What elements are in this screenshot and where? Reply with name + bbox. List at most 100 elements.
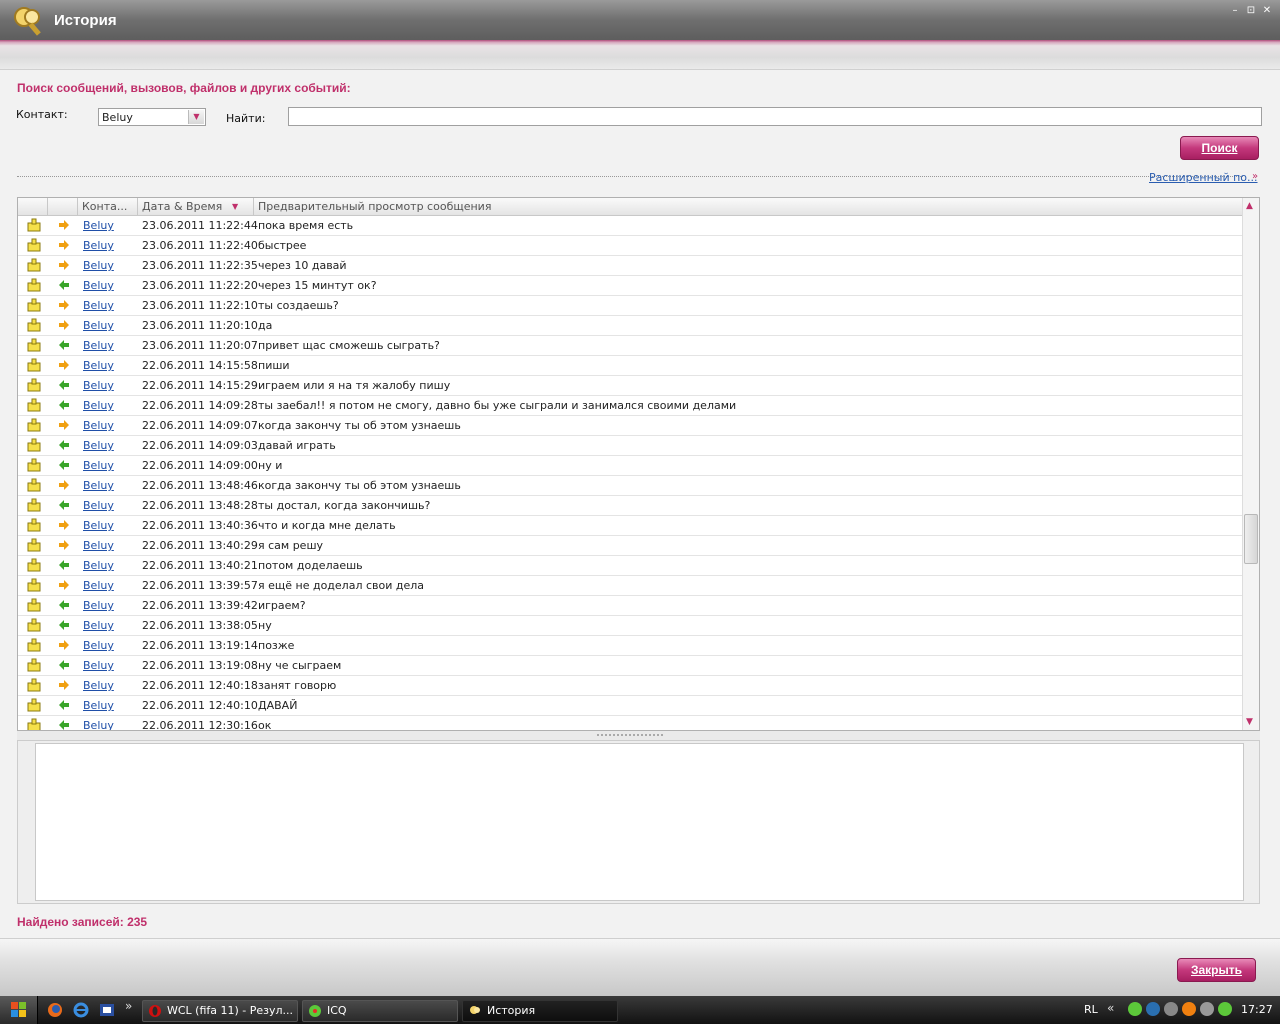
table-row[interactable]: Beluy 23.06.2011 11:20:10 да (18, 316, 1242, 336)
tray-icq-icon[interactable] (1218, 1002, 1232, 1016)
row-contact-link[interactable]: Beluy (83, 579, 114, 592)
table-row[interactable]: Beluy 22.06.2011 13:19:14 позже (18, 636, 1242, 656)
row-contact-link[interactable]: Beluy (83, 279, 114, 292)
message-preview[interactable] (35, 743, 1244, 901)
table-row[interactable]: Beluy 22.06.2011 13:40:29 я сам решу (18, 536, 1242, 556)
search-button[interactable]: Поиск (1180, 136, 1259, 160)
row-datetime: 23.06.2011 11:22:40 (142, 239, 258, 252)
row-contact-link[interactable]: Beluy (83, 499, 114, 512)
column-header-preview[interactable]: Предварительный просмотр сообщения (254, 198, 1242, 216)
tray-expand-chevron[interactable]: « (1107, 1001, 1114, 1015)
row-contact-link[interactable]: Beluy (83, 659, 114, 672)
row-contact-link[interactable]: Beluy (83, 319, 114, 332)
advanced-search-link[interactable]: Расширенный по... (1149, 171, 1258, 184)
table-row[interactable]: Beluy 22.06.2011 14:15:29 играем или я на … (18, 376, 1242, 396)
row-contact-link[interactable]: Beluy (83, 479, 114, 492)
arrow-right-icon (59, 220, 69, 230)
language-indicator[interactable]: RL (1084, 1003, 1098, 1016)
pane-splitter[interactable] (17, 731, 1260, 740)
tray-network-icon[interactable] (1146, 1002, 1160, 1016)
row-contact-link[interactable]: Beluy (83, 519, 114, 532)
row-contact-link[interactable]: Beluy (83, 599, 114, 612)
row-contact-link[interactable]: Beluy (83, 539, 114, 552)
task-icq[interactable]: ICQ (302, 1000, 458, 1022)
row-message-preview: быстрее (258, 239, 307, 252)
table-row[interactable]: Beluy 22.06.2011 13:19:08 ну че сыграем (18, 656, 1242, 676)
history-app-icon (14, 7, 41, 36)
vertical-scrollbar[interactable]: ▲ ▼ (1242, 198, 1259, 730)
message-type-icon (27, 298, 41, 312)
table-row[interactable]: Beluy 22.06.2011 13:40:36 что и когда мне … (18, 516, 1242, 536)
row-contact-link[interactable]: Beluy (83, 439, 114, 452)
row-contact-link[interactable]: Beluy (83, 239, 114, 252)
row-contact-link[interactable]: Beluy (83, 419, 114, 432)
task-history[interactable]: История (462, 1000, 618, 1022)
find-input[interactable] (288, 107, 1262, 126)
table-row[interactable]: Beluy 22.06.2011 13:48:28 ты достал, когда… (18, 496, 1242, 516)
row-contact-link[interactable]: Beluy (83, 719, 114, 730)
contact-label: Контакт: (16, 108, 68, 121)
row-contact-link[interactable]: Beluy (83, 699, 114, 712)
contact-select-value: Beluy (102, 111, 133, 124)
table-row[interactable]: Beluy 22.06.2011 13:38:05 ну (18, 616, 1242, 636)
table-row[interactable]: Beluy 22.06.2011 14:09:28 ты заебал!! я по… (18, 396, 1242, 416)
row-contact-link[interactable]: Beluy (83, 619, 114, 632)
scroll-up-icon[interactable]: ▲ (1246, 201, 1253, 211)
table-row[interactable]: Beluy 23.06.2011 11:22:40 быстрее (18, 236, 1242, 256)
splitter-grip[interactable] (597, 734, 663, 736)
contact-select[interactable]: Beluy ▼ (98, 108, 206, 126)
table-row[interactable]: Beluy 23.06.2011 11:22:10 ты создаешь? (18, 296, 1242, 316)
column-header-type[interactable] (18, 198, 48, 216)
row-contact-link[interactable]: Beluy (83, 399, 114, 412)
row-contact-link[interactable]: Beluy (83, 259, 114, 272)
quicklaunch-chevron[interactable]: » (125, 999, 132, 1013)
row-message-preview: ДАВАЙ (258, 699, 298, 712)
column-header-direction[interactable] (48, 198, 78, 216)
arrow-left-icon (59, 600, 69, 610)
firefox-icon[interactable] (47, 1002, 63, 1018)
row-contact-link[interactable]: Beluy (83, 339, 114, 352)
table-row[interactable]: Beluy 22.06.2011 14:09:00 ну и (18, 456, 1242, 476)
table-row[interactable]: Beluy 22.06.2011 13:48:46 когда закончу ты… (18, 476, 1242, 496)
table-row[interactable]: Beluy 22.06.2011 14:15:58 пиши (18, 356, 1242, 376)
table-row[interactable]: Beluy 22.06.2011 12:40:10 ДАВАЙ (18, 696, 1242, 716)
row-contact-link[interactable]: Beluy (83, 379, 114, 392)
tray-speaker-icon[interactable] (1164, 1002, 1178, 1016)
media-player-icon[interactable] (99, 1002, 115, 1018)
row-contact-link[interactable]: Beluy (83, 639, 114, 652)
tray-opera-icon[interactable] (1182, 1002, 1196, 1016)
table-row[interactable]: Beluy 23.06.2011 11:20:07 привет щас сможе… (18, 336, 1242, 356)
column-header-contact[interactable]: Конта... (78, 198, 138, 216)
row-contact-link[interactable]: Beluy (83, 679, 114, 692)
table-row[interactable]: Beluy 22.06.2011 13:39:42 играем? (18, 596, 1242, 616)
arrow-right-icon (59, 260, 69, 270)
table-row[interactable]: Beluy 22.06.2011 13:39:57 я ещё не доделал… (18, 576, 1242, 596)
row-contact-link[interactable]: Beluy (83, 359, 114, 372)
restore-button[interactable]: ⊡ (1246, 6, 1256, 16)
table-row[interactable]: Beluy 22.06.2011 13:40:21 потом доделаешь (18, 556, 1242, 576)
minimize-button[interactable]: – (1230, 6, 1240, 16)
table-row[interactable]: Beluy 23.06.2011 11:22:44 пока время есть (18, 216, 1242, 236)
start-button[interactable] (0, 996, 38, 1024)
double-chevron-down-icon[interactable]: » (1252, 171, 1258, 182)
close-button[interactable]: Закрыть (1177, 958, 1256, 982)
row-contact-link[interactable]: Beluy (83, 219, 114, 232)
tray-app-icon[interactable] (1200, 1002, 1214, 1016)
table-row[interactable]: Beluy 22.06.2011 14:09:07 когда закончу ты… (18, 416, 1242, 436)
row-contact-link[interactable]: Beluy (83, 559, 114, 572)
row-datetime: 22.06.2011 13:19:14 (142, 639, 258, 652)
close-window-button[interactable]: ✕ (1262, 6, 1272, 16)
tray-check-icon[interactable] (1128, 1002, 1142, 1016)
row-contact-link[interactable]: Beluy (83, 459, 114, 472)
table-row[interactable]: Beluy 23.06.2011 11:22:20 через 15 минтут … (18, 276, 1242, 296)
row-contact-link[interactable]: Beluy (83, 299, 114, 312)
table-row[interactable]: Beluy 23.06.2011 11:22:35 через 10 давай (18, 256, 1242, 276)
task-opera[interactable]: WCL (fifa 11) - Резул... (142, 1000, 298, 1022)
table-row[interactable]: Beluy 22.06.2011 12:30:16 ок (18, 716, 1242, 730)
chevron-down-icon[interactable]: ▼ (188, 110, 204, 124)
internet-explorer-icon[interactable] (73, 1002, 89, 1018)
scrollbar-thumb[interactable] (1244, 514, 1258, 564)
scroll-down-icon[interactable]: ▼ (1246, 717, 1253, 727)
table-row[interactable]: Beluy 22.06.2011 14:09:03 давай играть (18, 436, 1242, 456)
table-row[interactable]: Beluy 22.06.2011 12:40:18 занят говорю (18, 676, 1242, 696)
